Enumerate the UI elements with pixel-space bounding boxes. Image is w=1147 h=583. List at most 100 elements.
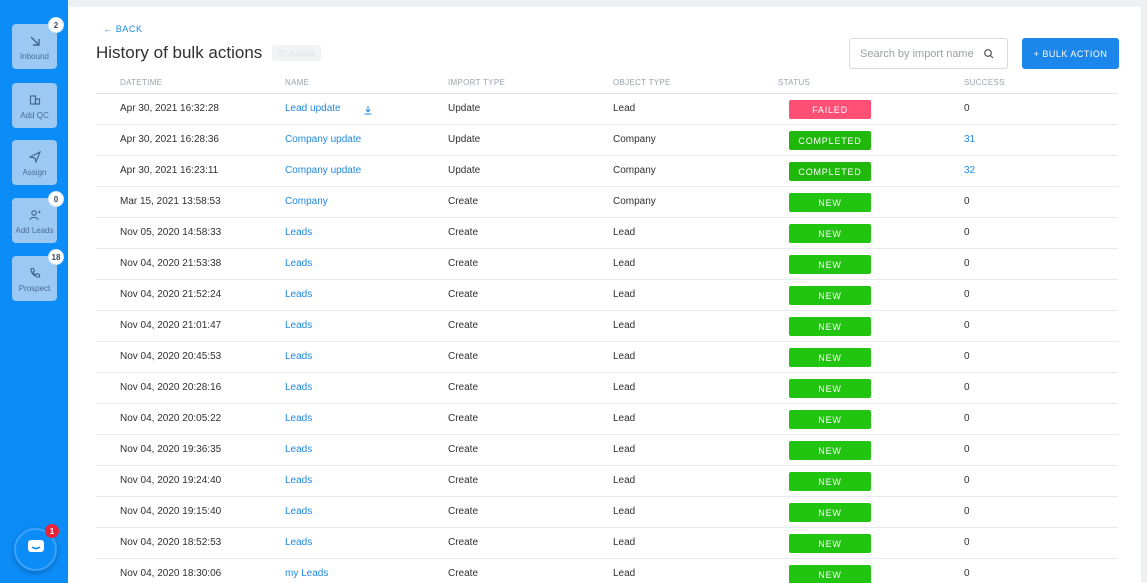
object-type-cell: Lead [613, 475, 636, 486]
datetime-cell: Nov 04, 2020 19:36:35 [120, 444, 222, 455]
name-link[interactable]: Leads [285, 351, 312, 362]
datetime-cell: Nov 05, 2020 14:58:33 [120, 227, 222, 238]
name-link[interactable]: Company update [285, 165, 361, 176]
download-icon[interactable] [363, 105, 373, 115]
import-type-cell: Create [448, 289, 479, 300]
datetime-cell: Apr 30, 2021 16:23:11 [120, 165, 219, 176]
table-row: Nov 04, 2020 18:52:53 Leads Create Lead NEW 0 [96, 528, 1118, 559]
column-header-success[interactable]: SUCCESS [964, 78, 1005, 87]
status-badge: NEW [789, 441, 871, 460]
status-badge: NEW [789, 286, 871, 305]
success-count: 0 [964, 506, 970, 517]
object-type-cell: Lead [613, 382, 636, 393]
datetime-cell: Apr 30, 2021 16:28:36 [120, 134, 219, 145]
phone-icon [27, 265, 43, 281]
import-type-cell: Create [448, 413, 479, 424]
actions-count-chip: 20 Actions [272, 45, 321, 61]
table-row: Nov 04, 2020 19:24:40 Leads Create Lead NEW 0 [96, 466, 1118, 497]
sidebar-item-assign[interactable]: Assign [12, 140, 57, 185]
search-input[interactable]: Search by import name [849, 38, 1008, 69]
import-type-cell: Create [448, 568, 479, 579]
sidebar-item-label: Assign [22, 167, 47, 177]
name-link[interactable]: Leads [285, 382, 312, 393]
import-type-cell: Update [448, 103, 481, 114]
name-link[interactable]: Leads [285, 258, 312, 269]
search-icon [984, 49, 994, 59]
add-user-icon [27, 207, 43, 223]
name-link[interactable]: Leads [285, 444, 312, 455]
table-row: Nov 04, 2020 20:05:22 Leads Create Lead NEW 0 [96, 404, 1118, 435]
import-type-cell: Create [448, 444, 479, 455]
import-type-cell: Create [448, 537, 479, 548]
table-row: Nov 04, 2020 21:52:24 Leads Create Lead NEW 0 [96, 280, 1118, 311]
object-type-cell: Company [613, 196, 656, 207]
status-badge: NEW [789, 565, 871, 583]
import-type-cell: Update [448, 134, 481, 145]
table-row: Apr 30, 2021 16:23:11 Company update Updat… [96, 156, 1118, 187]
datetime-cell: Mar 15, 2021 13:58:53 [120, 196, 221, 207]
import-type-cell: Create [448, 351, 479, 362]
bulk-action-button[interactable]: + BULK ACTION [1022, 38, 1119, 69]
object-type-cell: Lead [613, 351, 636, 362]
column-header-import-type[interactable]: IMPORT TYPE [448, 78, 505, 87]
send-icon [27, 149, 43, 165]
success-count: 0 [964, 475, 970, 486]
sidebar-item-add-leads[interactable]: Add Leads 0 [12, 192, 63, 243]
status-badge: NEW [789, 317, 871, 336]
name-link[interactable]: Leads [285, 320, 312, 331]
column-header-datetime[interactable]: DATETIME [120, 78, 162, 87]
object-type-cell: Lead [613, 289, 636, 300]
name-link[interactable]: Leads [285, 475, 312, 486]
table-row: Nov 04, 2020 19:15:40 Leads Create Lead NEW 0 [96, 497, 1118, 528]
name-link[interactable]: Company [285, 196, 328, 207]
table-row: Apr 30, 2021 16:28:36 Company update Updat… [96, 125, 1118, 156]
sidebar-item-label: Add Leads [15, 225, 54, 235]
column-header-object-type[interactable]: OBJECT TYPE [613, 78, 671, 87]
table-row: Mar 15, 2021 13:58:53 Company Create Compan… [96, 187, 1118, 218]
status-badge: NEW [789, 410, 871, 429]
success-count: 0 [964, 537, 970, 548]
success-count: 0 [964, 444, 970, 455]
sidebar-item-inbound[interactable]: Inbound 2 [12, 18, 63, 69]
name-link[interactable]: my Leads [285, 568, 328, 579]
success-count[interactable]: 31 [964, 134, 975, 145]
back-link[interactable]: ← BACK [103, 24, 143, 34]
sidebar-item-add-qc[interactable]: Add QC [12, 83, 57, 128]
datetime-cell: Nov 04, 2020 21:52:24 [120, 289, 222, 300]
import-type-cell: Create [448, 227, 479, 238]
table-body: Apr 30, 2021 16:32:28 Lead update Update Le… [96, 94, 1118, 583]
sidebar-item-prospect[interactable]: Prospect 18 [12, 250, 63, 301]
status-badge: NEW [789, 193, 871, 212]
table-row: Nov 04, 2020 18:30:06 my Leads Create Lead N… [96, 559, 1118, 583]
object-type-cell: Lead [613, 103, 636, 114]
name-link[interactable]: Leads [285, 227, 312, 238]
success-count: 0 [964, 103, 970, 114]
add-leads-count-badge: 0 [49, 192, 63, 206]
table-row: Nov 04, 2020 21:01:47 Leads Create Lead NEW 0 [96, 311, 1118, 342]
table-row: Nov 04, 2020 21:53:38 Leads Create Lead NEW 0 [96, 249, 1118, 280]
import-type-cell: Create [448, 382, 479, 393]
object-type-cell: Lead [613, 568, 636, 579]
success-count: 0 [964, 382, 970, 393]
datetime-cell: Nov 04, 2020 21:53:38 [120, 258, 222, 269]
chat-launcher-button[interactable]: 1 [14, 524, 59, 571]
status-badge: NEW [789, 534, 871, 553]
table-row: Nov 04, 2020 20:28:16 Leads Create Lead NEW 0 [96, 373, 1118, 404]
name-link[interactable]: Leads [285, 413, 312, 424]
object-type-cell: Company [613, 165, 656, 176]
status-badge: NEW [789, 255, 871, 274]
table-header: DATETIME NAME IMPORT TYPE OBJECT TYPE ST… [96, 74, 1118, 94]
column-header-status[interactable]: STATUS [778, 78, 810, 87]
sidebar-item-label: Add QC [20, 110, 49, 120]
name-link[interactable]: Leads [285, 289, 312, 300]
object-type-cell: Lead [613, 537, 636, 548]
chat-notification-badge: 1 [45, 524, 59, 538]
prospect-count-badge: 18 [49, 250, 63, 264]
name-link[interactable]: Company update [285, 134, 361, 145]
name-link[interactable]: Leads [285, 506, 312, 517]
name-link[interactable]: Lead update [285, 103, 341, 114]
column-header-name[interactable]: NAME [285, 78, 309, 87]
success-count[interactable]: 32 [964, 165, 975, 176]
name-link[interactable]: Leads [285, 537, 312, 548]
sidebar-item-label: Inbound [20, 51, 49, 61]
